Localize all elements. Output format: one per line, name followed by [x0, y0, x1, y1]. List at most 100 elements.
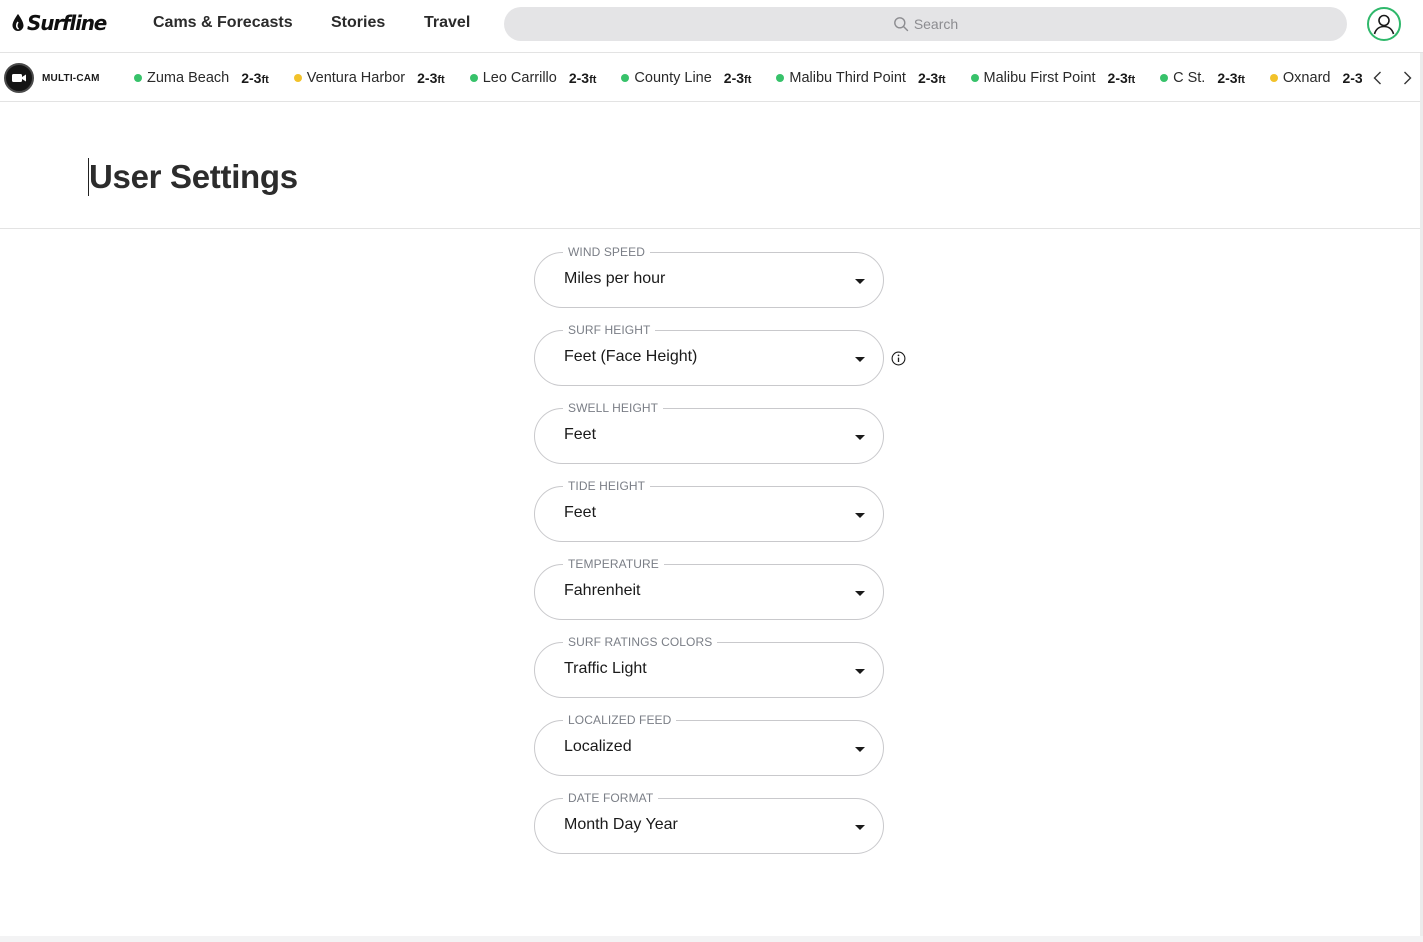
- spot-height: 2-3ft: [417, 70, 445, 86]
- field-value: Traffic Light: [564, 660, 647, 677]
- spot-item[interactable]: Ventura Harbor 2-3ft: [293, 69, 445, 86]
- spot-height-value: 2-3: [1107, 69, 1128, 86]
- spot-item[interactable]: C St. 2-3ft: [1160, 70, 1245, 86]
- search-input[interactable]: Search: [504, 7, 1347, 41]
- nav-travel[interactable]: Travel: [424, 14, 470, 32]
- cam-bar: MULTI-CAM Zuma Beach 2-3ft Ventura Harbor 2…: [0, 53, 1423, 102]
- status-dot: [621, 73, 630, 82]
- spot-name: Ventura Harbor: [306, 69, 406, 86]
- caret-down-icon: [855, 825, 865, 830]
- spot-height-unit: ft: [938, 73, 946, 86]
- field-value: Miles per hour: [564, 270, 666, 287]
- page-title-section: User Settings: [0, 102, 1423, 229]
- spot-height: 2-3ft: [1108, 70, 1136, 86]
- chevron-right-icon[interactable]: [1399, 70, 1415, 86]
- field-label: Surf Ratings Colors: [563, 635, 718, 649]
- spot-height-unit: ft: [261, 73, 269, 86]
- surf-height-select[interactable]: Surf Height Feet (Face Height): [534, 323, 884, 386]
- spot-list: Zuma Beach 2-3ft Ventura Harbor 2-3ft Leo Ca…: [134, 53, 1362, 101]
- spot-item[interactable]: Malibu First Point 2-3ft: [970, 69, 1136, 86]
- spot-item[interactable]: Zuma Beach 2-3ft: [134, 70, 269, 86]
- spot-height-value: 2-3: [723, 69, 745, 86]
- spot-name: Malibu First Point: [983, 69, 1096, 86]
- spot-height-unit: ft: [1127, 73, 1136, 86]
- account-button[interactable]: [1367, 7, 1401, 41]
- caret-down-icon: [855, 435, 865, 440]
- status-dot: [776, 73, 785, 82]
- spot-height-unit: ft: [744, 73, 752, 86]
- localized-feed-select[interactable]: Localized Feed Localized: [534, 713, 884, 776]
- spot-height: 2-3ft: [1342, 70, 1362, 86]
- caret-down-icon: [855, 591, 865, 596]
- status-dot: [134, 73, 142, 82]
- spot-name: C St.: [1173, 69, 1206, 86]
- multi-cam-button[interactable]: MULTI-CAM: [4, 63, 100, 93]
- spot-height-value: 2-3: [1217, 69, 1238, 86]
- spot-item[interactable]: Oxnard 2-3ft: [1269, 69, 1362, 86]
- spot-name: Malibu Third Point: [789, 69, 906, 86]
- field-label: Date Format: [563, 791, 659, 805]
- spot-height: 2-3ft: [918, 70, 946, 86]
- field-label: Tide Height: [563, 479, 651, 493]
- caret-down-icon: [855, 513, 865, 518]
- spot-name: Leo Carrillo: [482, 69, 557, 86]
- swell-height-select[interactable]: Swell Height Feet: [534, 401, 884, 464]
- surf-ratings-colors-select[interactable]: Surf Ratings Colors Traffic Light: [534, 635, 884, 698]
- logo-text: Surfline: [27, 11, 107, 35]
- chevron-left-icon[interactable]: [1370, 70, 1386, 86]
- temperature-select[interactable]: Temperature Fahrenheit: [534, 557, 884, 620]
- field-value: Localized: [564, 738, 632, 755]
- field-value: Feet (Face Height): [564, 348, 698, 365]
- logo-drop-icon: [12, 14, 24, 31]
- caret-down-icon: [855, 279, 865, 284]
- field-value: Month Day Year: [564, 816, 678, 833]
- caret-down-icon: [855, 357, 865, 362]
- status-dot: [1160, 73, 1169, 82]
- spot-height-value: 2-3: [917, 69, 939, 86]
- top-header: Surfline Cams & Forecasts Stories Travel…: [0, 0, 1423, 53]
- spot-height: 2-3ft: [241, 70, 269, 86]
- spot-height: 2-3ft: [1217, 70, 1245, 86]
- page-title: User Settings: [89, 158, 298, 195]
- spot-item[interactable]: Leo Carrillo 2-3ft: [469, 69, 597, 86]
- footer-edge: [0, 936, 1423, 942]
- spot-height-value: 2-3: [568, 69, 590, 86]
- field-label: Localized Feed: [563, 713, 677, 727]
- nav-stories[interactable]: Stories: [331, 14, 385, 32]
- tide-height-select[interactable]: Tide Height Feet: [534, 479, 884, 542]
- spot-name: County Line: [634, 69, 712, 86]
- field-value: Fahrenheit: [564, 582, 641, 599]
- multi-cam-label: MULTI-CAM: [42, 72, 100, 84]
- nav-cams-forecasts[interactable]: Cams & Forecasts: [153, 14, 293, 32]
- status-dot: [1269, 73, 1278, 82]
- surfline-logo[interactable]: Surfline: [11, 10, 107, 36]
- spot-item[interactable]: Malibu Third Point 2-3ft: [776, 69, 946, 86]
- wind-speed-select[interactable]: Wind Speed Miles per hour: [534, 245, 884, 308]
- status-dot: [293, 73, 302, 82]
- field-value: Feet: [564, 504, 597, 521]
- caret-down-icon: [855, 669, 865, 674]
- spot-height: 2-3ft: [569, 70, 597, 86]
- field-label: Surf Height: [563, 323, 656, 337]
- status-dot: [970, 73, 979, 82]
- field-label: Wind Speed: [563, 245, 651, 259]
- spot-height-unit: ft: [589, 73, 597, 86]
- spot-item[interactable]: County Line 2-3ft: [621, 70, 751, 86]
- field-value: Feet: [564, 426, 597, 443]
- caret-down-icon: [855, 747, 865, 752]
- spot-height-value: 2-3: [417, 69, 438, 86]
- status-dot: [469, 73, 478, 82]
- spot-height-unit: ft: [437, 73, 445, 86]
- spot-height-unit: ft: [1237, 73, 1245, 86]
- field-label: Temperature: [563, 557, 664, 571]
- spot-name: Oxnard: [1282, 69, 1331, 86]
- date-format-select[interactable]: Date Format Month Day Year: [534, 791, 884, 854]
- spot-height-value: 2-3: [1342, 69, 1362, 86]
- search-placeholder: Search: [913, 16, 959, 32]
- spot-height-value: 2-3: [241, 69, 262, 86]
- spot-name: Zuma Beach: [147, 69, 230, 86]
- info-icon[interactable]: [891, 351, 906, 366]
- field-label: Swell Height: [563, 401, 664, 415]
- user-icon: [1373, 14, 1395, 35]
- camera-icon: [4, 63, 34, 93]
